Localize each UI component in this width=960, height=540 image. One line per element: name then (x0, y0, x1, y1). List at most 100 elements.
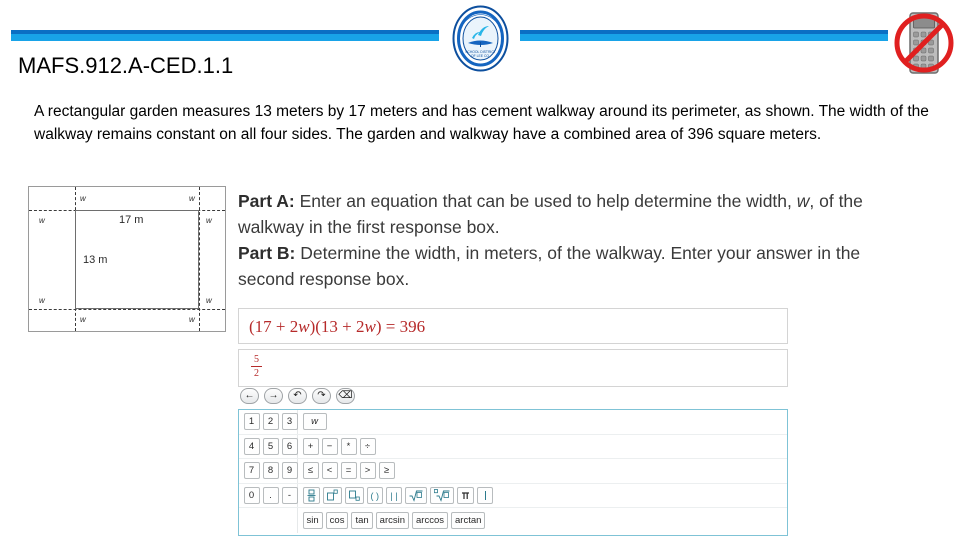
key-less-than-or-equal[interactable]: ≤ (302, 462, 319, 480)
key-2[interactable]: 2 (262, 413, 279, 431)
key-exponent-template[interactable] (322, 487, 342, 505)
header-rule-left-bottom (11, 34, 439, 41)
fraction-bar (251, 366, 262, 367)
diagram-dashed-line-right (199, 187, 200, 331)
key-5[interactable]: 5 (262, 437, 279, 455)
answer-fraction: 5 2 (251, 354, 262, 379)
response-1-var-2: w (364, 317, 376, 336)
key-greater-than[interactable]: > (359, 462, 376, 480)
walkway-label-bottom-left: w (80, 315, 86, 324)
response-box-2[interactable]: 5 2 (238, 349, 788, 387)
keypad-group-variables: w (298, 410, 331, 434)
keypad-group-trig: sin cos tan arcsin arccos arctan (298, 508, 490, 533)
keypad-group-digits-4: 0 . - (239, 483, 298, 508)
keypad-row-4: 0 . - ( ) | | (239, 483, 787, 509)
key-vertical-bar[interactable] (477, 487, 493, 505)
walkway-label-top-right: w (189, 194, 195, 203)
response-1-suffix: ) = 396 (375, 317, 426, 336)
part-a-label: Part A: (238, 191, 295, 211)
redo-button[interactable]: ↷ (312, 388, 331, 404)
garden-height-label: 13 m (83, 254, 108, 266)
key-decimal-point[interactable]: . (262, 487, 279, 505)
walkway-label-top-left: w (80, 194, 86, 203)
key-less-than[interactable]: < (321, 462, 338, 480)
keypad-group-digits-1: 1 2 3 (239, 410, 298, 434)
key-divide[interactable]: ÷ (359, 437, 376, 455)
key-1[interactable]: 1 (243, 413, 260, 431)
diagram-dashed-line-bottom (29, 309, 225, 310)
keypad-row-2: 4 5 6 + − * ÷ (239, 434, 787, 460)
part-a-text-1: Enter an equation that can be used to he… (294, 191, 797, 211)
key-6[interactable]: 6 (281, 437, 298, 455)
key-4[interactable]: 4 (243, 437, 260, 455)
question-parts: Part A: Enter an equation that can be us… (238, 188, 898, 292)
key-0[interactable]: 0 (243, 487, 260, 505)
key-arccos[interactable]: arccos (412, 512, 448, 530)
header-rule-right-bottom (520, 34, 888, 41)
response-1-prefix: (17 + 2 (249, 317, 299, 336)
key-absolute-value-template[interactable]: | | (386, 487, 402, 505)
walkway-label-right-lower: w (206, 296, 212, 305)
math-keypad[interactable]: 1 2 3 w 4 5 6 + − * ÷ 7 8 9 ≤ < = > ≥ 0 … (238, 409, 788, 536)
keypad-group-digits-3: 7 8 9 (239, 459, 298, 483)
part-a-variable: w (796, 191, 810, 211)
walkway-label-right-upper: w (206, 216, 212, 225)
key-parentheses-template[interactable]: ( ) (366, 487, 383, 505)
question-stem: A rectangular garden measures 13 meters … (34, 103, 929, 143)
key-tan[interactable]: tan (351, 512, 373, 530)
key-cos[interactable]: cos (325, 512, 349, 530)
header-rule-left (11, 30, 439, 41)
garden-width-label: 17 m (119, 214, 144, 226)
no-calculator-icon (893, 6, 955, 80)
response-1-var-1: w (298, 317, 310, 336)
page-header: SCHOOL DISTRICT OF LEE CO. MAFS.912.A-CE… (0, 0, 960, 90)
move-left-button[interactable]: ← (240, 388, 259, 404)
key-sin[interactable]: sin (302, 512, 323, 530)
response-box-1[interactable]: (17 + 2w)(13 + 2w) = 396 (238, 308, 788, 344)
key-minus[interactable]: − (321, 437, 338, 455)
key-variable-w[interactable]: w (302, 413, 327, 431)
svg-text:OF LEE CO.: OF LEE CO. (471, 54, 490, 58)
garden-diagram: w w w w w w w w 17 m 13 m (28, 186, 226, 332)
backspace-button[interactable]: ⌫ (336, 388, 355, 404)
key-arcsin[interactable]: arcsin (375, 512, 410, 530)
key-equals[interactable]: = (340, 462, 357, 480)
key-3[interactable]: 3 (281, 413, 298, 431)
response-1-mid: )(13 + 2 (309, 317, 365, 336)
key-9[interactable]: 9 (281, 462, 298, 480)
part-b-label: Part B: (238, 243, 296, 263)
answer-denominator: 2 (254, 368, 259, 379)
keypad-row-1: 1 2 3 w (239, 410, 787, 435)
key-fraction-template[interactable] (302, 487, 320, 505)
key-7[interactable]: 7 (243, 462, 260, 480)
header-rule-right (520, 30, 888, 41)
undo-button[interactable]: ↶ (288, 388, 307, 404)
key-multiply[interactable]: * (340, 437, 357, 455)
part-a: Part A: Enter an equation that can be us… (238, 188, 898, 240)
keypad-group-templates: ( ) | | (298, 484, 498, 508)
keypad-row-5: sin cos tan arcsin arccos arctan (239, 508, 787, 533)
key-8[interactable]: 8 (262, 462, 279, 480)
keypad-group-comparisons: ≤ < = > ≥ (298, 459, 399, 483)
key-square-root-template[interactable] (405, 487, 427, 505)
equation-editor-navbar: ← → ↶ ↷ ⌫ (238, 388, 788, 408)
walkway-label-left-upper: w (39, 216, 45, 225)
key-pi[interactable] (457, 487, 474, 505)
key-greater-than-or-equal[interactable]: ≥ (378, 462, 395, 480)
part-b: Part B: Determine the width, in meters, … (238, 240, 898, 292)
walkway-label-bottom-right: w (189, 315, 195, 324)
school-seal-logo: SCHOOL DISTRICT OF LEE CO. (452, 5, 509, 72)
key-plus[interactable]: + (302, 437, 319, 455)
key-subscript-template[interactable] (344, 487, 364, 505)
keypad-group-empty (239, 508, 298, 533)
key-nth-root-template[interactable] (430, 487, 454, 505)
key-arctan[interactable]: arctan (451, 512, 486, 530)
page-title: MAFS.912.A-CED.1.1 (18, 53, 234, 78)
keypad-group-digits-2: 4 5 6 (239, 434, 298, 459)
key-negative-sign[interactable]: - (281, 487, 298, 505)
keypad-group-operators: + − * ÷ (298, 435, 380, 459)
walkway-label-left-lower: w (39, 296, 45, 305)
part-b-text: Determine the width, in meters, of the w… (238, 243, 861, 289)
move-right-button[interactable]: → (264, 388, 283, 404)
answer-numerator: 5 (254, 354, 259, 365)
